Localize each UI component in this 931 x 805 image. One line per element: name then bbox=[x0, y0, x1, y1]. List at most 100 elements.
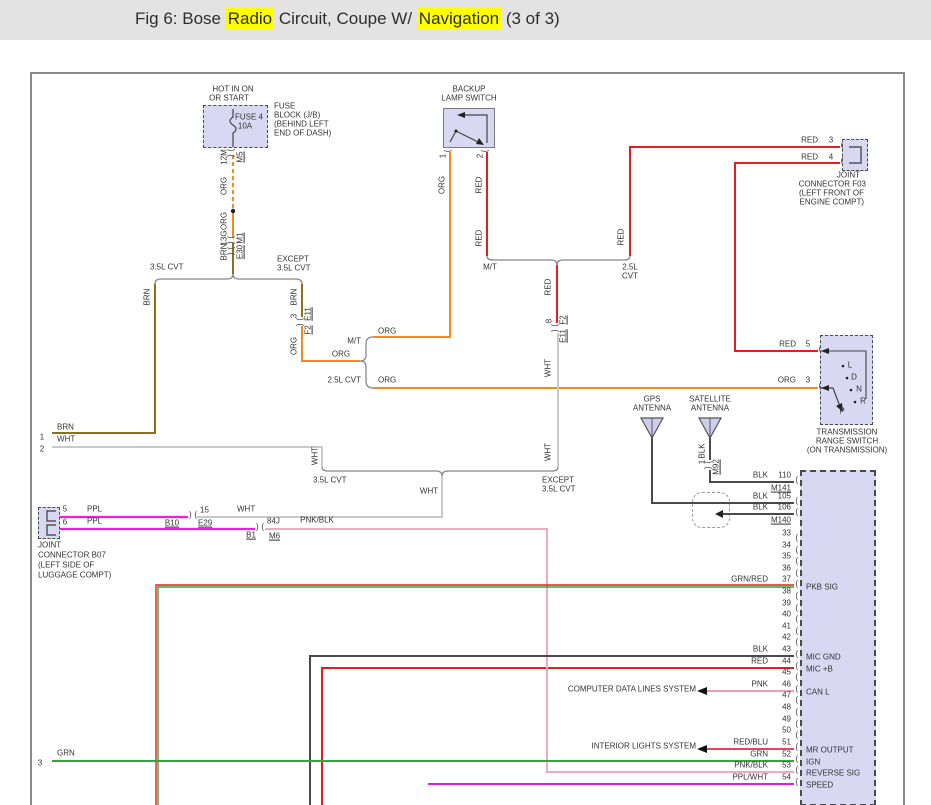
pin-number: 47 bbox=[782, 692, 791, 701]
diagram-label: D bbox=[851, 374, 857, 383]
page: Fig 6: Bose Radio Circuit, Coupe W/ Navi… bbox=[0, 0, 931, 805]
diagram-label: BRN bbox=[57, 424, 74, 433]
diagram-label: E30 bbox=[237, 245, 246, 259]
diagram-label: F2 bbox=[560, 315, 569, 324]
pin-number: 33 bbox=[782, 530, 791, 539]
diagram-label: B1 bbox=[246, 532, 256, 541]
pin-number: 48 bbox=[782, 704, 791, 713]
diagram-label: ORG bbox=[378, 377, 396, 386]
diagram-label: E11 bbox=[560, 329, 569, 343]
signal-label: MIC GND bbox=[806, 654, 841, 663]
diagram-label: ORG bbox=[291, 337, 300, 355]
pin-number: 50 bbox=[782, 727, 791, 736]
pin-number: 36 bbox=[782, 565, 791, 574]
diagram-label: BRN bbox=[144, 289, 153, 306]
diagram-label: ORG bbox=[439, 176, 448, 194]
module-pin-arc: ( bbox=[794, 498, 799, 508]
signal-label: IGN bbox=[806, 759, 820, 768]
diagram-label: 3.5L CVT bbox=[150, 264, 184, 273]
diagram-label: 3 bbox=[38, 760, 42, 769]
diagram-label: RED bbox=[801, 137, 818, 146]
diagram-label: E29 bbox=[198, 520, 212, 529]
pin-number: 35 bbox=[782, 553, 791, 562]
diagram-label: CONNECTOR B07 bbox=[38, 552, 106, 561]
pin-number: 38 bbox=[782, 588, 791, 597]
diagram-label: OR START bbox=[209, 95, 249, 104]
diagram-label: N bbox=[856, 386, 862, 395]
wire-color-label: PNK bbox=[752, 681, 768, 690]
pin-number: 46 bbox=[782, 681, 791, 690]
pin-number: 53 bbox=[782, 762, 791, 771]
module-pin-arc: ( bbox=[794, 509, 799, 519]
signal-label: PKB SIG bbox=[806, 584, 838, 593]
module-pin-arc: ( bbox=[794, 663, 799, 673]
diagram-label: B10 bbox=[165, 520, 179, 529]
module-pin-arc: ( bbox=[794, 674, 799, 684]
diagram-label: WHT bbox=[420, 488, 438, 497]
diagram-label: LAMP SWITCH bbox=[441, 95, 496, 104]
connector-symbol: )( bbox=[188, 512, 199, 522]
wire-color-label: RED/BLU bbox=[733, 739, 768, 748]
diagram-label: END OF DASH) bbox=[274, 130, 331, 139]
wire-color-label: BLK bbox=[753, 646, 768, 655]
module-pin-arc: ( bbox=[794, 744, 799, 754]
pin-number: 49 bbox=[782, 716, 791, 725]
pin-number: 39 bbox=[782, 600, 791, 609]
pin-number: 42 bbox=[782, 634, 791, 643]
connector-symbol: ( bbox=[839, 158, 844, 168]
diagram-label: 1 bbox=[40, 434, 44, 443]
diagram-label: 3.5L CVT bbox=[542, 486, 576, 495]
wire-color-label: GRN bbox=[750, 751, 768, 760]
signal-label: SPEED bbox=[806, 782, 833, 791]
pin-number: 45 bbox=[782, 669, 791, 678]
diagram-label: (LEFT SIDE OF bbox=[38, 562, 94, 571]
connector-name: M140 bbox=[771, 517, 791, 526]
diagram-label: 5 bbox=[806, 341, 810, 350]
diagram-label: (ON TRANSMISSION) bbox=[807, 447, 887, 456]
module-pin-arc: ( bbox=[794, 686, 799, 696]
module-pin-arc: ( bbox=[794, 593, 799, 603]
diagram-label: WHT bbox=[57, 436, 75, 445]
pin-number: 44 bbox=[782, 658, 791, 667]
diagram-label: RED bbox=[779, 341, 796, 350]
module-pin-arc: ( bbox=[794, 732, 799, 742]
pin-number: 37 bbox=[782, 576, 791, 585]
signal-label: MIC +B bbox=[806, 666, 833, 675]
module-pin-arc: ( bbox=[794, 721, 799, 731]
wire-color-label: BLK bbox=[753, 504, 768, 513]
pin-number: 52 bbox=[782, 751, 791, 760]
pin-number: 106 bbox=[778, 504, 791, 513]
signal-label: MR OUTPUT bbox=[806, 747, 854, 756]
diagram-label: P bbox=[839, 408, 844, 417]
pin-number: 41 bbox=[782, 623, 791, 632]
diagram-label: BLK bbox=[699, 443, 708, 458]
wire-color-label: BLK bbox=[753, 472, 768, 481]
diagram-label: 12M bbox=[221, 149, 230, 165]
diagram-label: 3 bbox=[829, 137, 833, 146]
module-pin-arc: ( bbox=[794, 767, 799, 777]
module-pin-arc: ( bbox=[794, 779, 799, 789]
module-pin-arc: ( bbox=[794, 558, 799, 568]
signal-label: REVERSE SIG bbox=[806, 770, 860, 779]
diagram-label: 6 bbox=[63, 519, 67, 528]
wire-color-label: RED bbox=[751, 658, 768, 667]
diagram-label: BRN bbox=[291, 289, 300, 306]
diagram-label: 4 bbox=[829, 154, 833, 163]
diagram-label: ORG bbox=[221, 212, 230, 230]
labels-layer: HOT IN ONOR STARTFUSE 410AFUSEBLOCK (J/B… bbox=[0, 0, 931, 805]
diagram-label: WHT bbox=[237, 506, 255, 515]
diagram-label: ANTENNA bbox=[633, 405, 671, 414]
diagram-label: 3.5L CVT bbox=[277, 265, 311, 274]
wire-color-label: PNK/BLK bbox=[734, 762, 768, 771]
diagram-label: M/T bbox=[483, 264, 497, 273]
diagram-label: M1 bbox=[237, 232, 246, 243]
pin-number: 54 bbox=[782, 774, 791, 783]
module-pin-arc: ( bbox=[794, 570, 799, 580]
signal-label: CAN L bbox=[806, 689, 830, 698]
pin-number: 43 bbox=[782, 646, 791, 655]
diagram-label: RED bbox=[476, 177, 485, 194]
module-pin-arc: ( bbox=[794, 639, 799, 649]
diagram-label: 1 bbox=[440, 154, 449, 158]
diagram-label: PPL bbox=[87, 518, 102, 527]
diagram-label: L bbox=[848, 362, 852, 371]
